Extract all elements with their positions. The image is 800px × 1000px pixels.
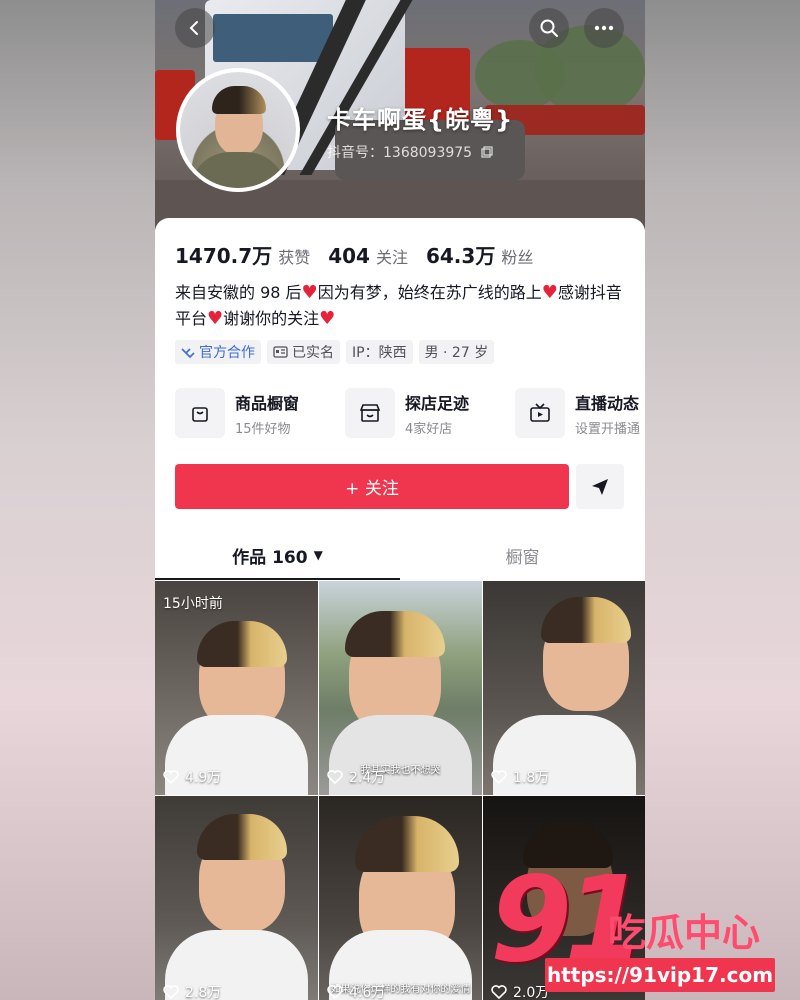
video-likes: 2.4万 (327, 767, 385, 787)
video-thumbnail[interactable]: 15小时前 4.9万 (155, 581, 318, 795)
tab-shop-window[interactable]: 橱窗 (400, 530, 645, 580)
heart-outline-icon (327, 985, 343, 999)
gender-age-tag: 男 · 27 岁 (418, 340, 495, 364)
heart-icon: ♥ (541, 282, 558, 303)
back-button[interactable] (175, 8, 215, 48)
video-likes: 4.9万 (163, 767, 221, 787)
video-thumbnail[interactable]: 如果说你这样的我有对你的爱情 4.6万 (319, 796, 482, 1000)
bio-text-1: 来自安徽的 98 后 (175, 283, 302, 302)
video-likes: 2.8万 (163, 982, 221, 1000)
tab-works[interactable]: 作品 160 ▼ (155, 530, 400, 580)
chevron-left-icon (189, 21, 198, 35)
more-icon (594, 25, 614, 31)
profile-bio: 来自安徽的 98 后♥因为有梦，始终在苏广线的路上♥感谢抖音平台♥谢谢你的关注♥ (175, 280, 630, 332)
heart-icon: ♥ (319, 308, 336, 329)
store-icon (345, 388, 395, 438)
profile-stats: 1470.7万 获赞 404 关注 64.3万 粉丝 (175, 240, 551, 269)
search-button[interactable] (529, 8, 569, 48)
shortcut-live-updates[interactable]: 直播动态 设置开播通 (515, 388, 645, 438)
verified-tag: 已实名 (267, 340, 340, 364)
shopping-bag-icon (175, 388, 225, 438)
video-likes: 4.6万 (327, 982, 385, 1000)
tv-icon (515, 388, 565, 438)
likes-count: 1470.7万 (175, 244, 273, 268)
follow-button[interactable]: + 关注 (175, 464, 569, 509)
heart-outline-icon (327, 770, 343, 784)
profile-tags: 官方合作 已实名 IP：陕西 男 · 27 岁 (175, 340, 495, 364)
heart-outline-icon (163, 985, 179, 999)
share-button[interactable] (576, 464, 624, 509)
handshake-icon (181, 348, 195, 359)
send-icon (592, 478, 608, 495)
douyin-id-text: 抖音号：1368093975 (327, 145, 473, 161)
likes-label: 获赞 (278, 248, 311, 267)
heart-outline-icon (163, 770, 179, 784)
shortcut-product-window[interactable]: 商品橱窗 15件好物 (175, 388, 345, 438)
douyin-id[interactable]: 抖音号：1368093975 (327, 142, 493, 162)
bio-text-2: 因为有梦，始终在苏广线的路上 (317, 283, 542, 302)
profile-cover: 卡车啊蛋{皖粤} 抖音号：1368093975 (155, 0, 645, 230)
more-button[interactable] (584, 8, 624, 48)
video-thumbnail[interactable]: 我其实我也不想哭 2.4万 (319, 581, 482, 795)
shortcut-store-visits[interactable]: 探店足迹 4家好店 (345, 388, 515, 438)
following-count[interactable]: 404 (328, 244, 370, 268)
following-label[interactable]: 关注 (376, 244, 408, 268)
bio-text-4: 谢谢你的关注 (223, 309, 320, 328)
watermark-logo-text: 吃瓜中心 (608, 911, 761, 955)
copy-icon[interactable] (480, 146, 493, 158)
content-tabs: 作品 160 ▼ 橱窗 (155, 530, 645, 580)
active-tab-indicator (155, 578, 400, 580)
video-likes: 1.8万 (491, 767, 549, 787)
video-time-badge: 15小时前 (163, 596, 223, 612)
heart-icon: ♥ (301, 282, 318, 303)
profile-nickname: 卡车啊蛋{皖粤} (327, 106, 514, 134)
id-card-icon (273, 346, 288, 358)
video-thumbnail[interactable]: 2.8万 (155, 796, 318, 1000)
followers-label[interactable]: 粉丝 (501, 244, 533, 268)
watermark-url: https://91vip17.com (545, 958, 775, 992)
profile-shortcuts: 商品橱窗 15件好物 探店足迹 4家好店 直播动态 设置开播通 (175, 388, 645, 438)
ip-location-tag: IP：陕西 (346, 340, 413, 364)
dropdown-arrow-icon: ▼ (313, 548, 323, 562)
search-icon (540, 19, 558, 37)
followers-count[interactable]: 64.3万 (426, 240, 495, 269)
heart-outline-icon (491, 770, 507, 784)
avatar[interactable] (176, 68, 300, 192)
official-cooperation-tag[interactable]: 官方合作 (175, 340, 261, 364)
video-thumbnail[interactable]: 1.8万 (483, 581, 645, 795)
heart-icon: ♥ (207, 308, 224, 329)
